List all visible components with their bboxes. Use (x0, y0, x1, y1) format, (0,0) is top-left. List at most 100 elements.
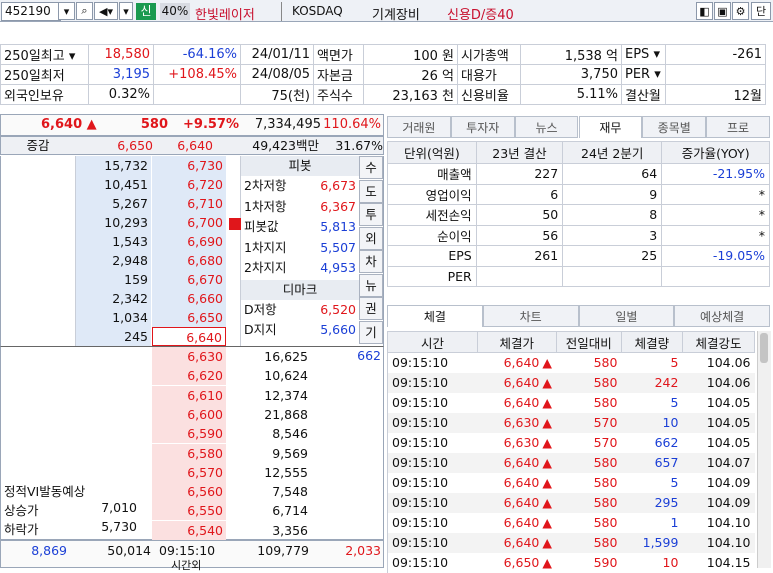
sell-row[interactable]: 5,267 6,710 (76, 194, 226, 213)
side-button[interactable]: 권 (359, 297, 383, 320)
trade-tab[interactable]: 체결 (387, 305, 483, 327)
trade-amount-rate: 31.67% (335, 138, 383, 153)
footer-sell-total: 50,014 (107, 543, 151, 558)
info-label[interactable]: PER ▾ (621, 64, 666, 85)
fin-value: 56 (475, 224, 564, 246)
trade-time: 09:15:10 (387, 552, 478, 573)
trade-price-value: 6,640 (503, 395, 540, 410)
trade-change: 580 (593, 355, 618, 371)
demark-row: D지지 5,660 (241, 320, 359, 340)
sell-row[interactable]: 1,543 6,690 (76, 232, 226, 251)
credit-label: 신용D/증40 (447, 8, 514, 23)
gear-icon[interactable]: ⚙ (732, 2, 749, 20)
buy-price[interactable]: 6,550 (152, 501, 226, 521)
stock-code-input[interactable]: 452190 (1, 2, 61, 21)
buy-row[interactable]: 6,590 8,546 (152, 424, 354, 444)
sell-price[interactable]: 6,680 (152, 251, 226, 270)
sell-row[interactable]: 159 6,670 (76, 270, 226, 289)
side-button[interactable]: 기 (359, 320, 383, 344)
buy-row[interactable]: 6,560 7,548 (152, 482, 354, 502)
buy-price[interactable]: 6,590 (152, 424, 226, 444)
pivot-row: 1차저항 6,367 (241, 197, 359, 217)
vi-label: 정적VI발동예상 (4, 484, 86, 499)
buy-price[interactable]: 6,580 (152, 443, 226, 463)
pivot-label: 2차저항 (244, 178, 287, 193)
buy-row[interactable]: 6,570 12,555 (152, 462, 354, 482)
buy-row[interactable]: 6,610 12,374 (152, 385, 354, 405)
sell-price[interactable]: 6,650 (152, 308, 226, 327)
trade-qty: 657 (621, 452, 683, 473)
sell-price[interactable]: 6,690 (152, 232, 226, 251)
info-value: 3,750 (520, 64, 622, 85)
sell-row[interactable]: 15,732 6,730 (76, 156, 226, 175)
sell-row[interactable]: 10,293 6,700 (76, 213, 226, 232)
search-icon[interactable]: ⌕ (76, 2, 93, 20)
sell-price[interactable]: 6,700 (152, 213, 226, 232)
trade-change: 570 (556, 412, 622, 433)
up-arrow-icon: ▲ (542, 455, 553, 470)
trade-row: 09:15:10 6,640 ▲ 580 242 104.06 (387, 372, 755, 393)
info-label[interactable]: 250일최고 ▾ (0, 44, 89, 65)
trade-strength: 104.05 (682, 412, 755, 433)
sell-row[interactable]: 2,948 6,680 (76, 251, 226, 270)
sell-row[interactable]: 245 6,640 (76, 327, 226, 346)
fin-tab[interactable]: 재무 (578, 116, 643, 138)
side-button[interactable]: 차 (359, 250, 383, 273)
trade-strength: 104.06 (706, 355, 751, 371)
sell-row[interactable]: 2,342 6,660 (76, 289, 226, 308)
sell-price[interactable]: 6,660 (152, 289, 226, 308)
scrollbar-thumb[interactable] (760, 333, 768, 363)
sell-row[interactable]: 10,451 6,720 (76, 175, 226, 194)
buy-price[interactable]: 6,560 (152, 482, 226, 502)
fin-tab[interactable]: 프로 (706, 116, 770, 138)
single-button[interactable]: 단 (751, 2, 771, 20)
sell-price[interactable]: 6,670 (152, 270, 226, 289)
side-button[interactable]: 뉴 (359, 273, 383, 297)
info-value: 0.32% (88, 84, 154, 105)
buy-row[interactable]: 6,540 3,356 (152, 520, 354, 540)
buy-price[interactable]: 6,540 (152, 520, 226, 540)
buy-price[interactable]: 6,620 (152, 366, 226, 386)
fin-tab[interactable]: 종목별 (642, 116, 707, 138)
fin-tab[interactable]: 뉴스 (514, 116, 579, 138)
buy-price[interactable]: 6,600 (152, 404, 226, 424)
window-icon[interactable]: ◧ (696, 2, 713, 20)
fin-tab[interactable]: 거래원 (387, 116, 451, 138)
fin-tab[interactable]: 투자자 (450, 116, 515, 138)
trade-row: 09:15:10 6,650 ▲ 590 10 104.15 (387, 552, 755, 573)
buy-price[interactable]: 6,570 (152, 462, 226, 482)
lower-value: 5,730 (101, 519, 137, 534)
buy-qty: 10,624 (264, 368, 308, 384)
sell-price[interactable]: 6,640 (152, 327, 226, 346)
sell-row[interactable]: 1,034 6,650 (76, 308, 226, 327)
side-button[interactable]: 도 (359, 179, 383, 203)
trade-scrollbar[interactable] (757, 331, 771, 568)
fin-label: 매출액 (387, 163, 477, 185)
dropdown-icon[interactable]: ▾ (119, 2, 133, 20)
trade-price-value: 6,640 (503, 455, 540, 470)
buy-row[interactable]: 6,620 10,624 (152, 366, 354, 386)
buy-row[interactable]: 6,580 9,569 (152, 443, 354, 463)
fin-label: 영업이익 (387, 183, 477, 205)
side-button[interactable]: 외 (359, 226, 383, 250)
buy-row[interactable]: 6,600 21,868 (152, 404, 354, 424)
sell-price[interactable]: 6,730 (152, 156, 226, 175)
info-label[interactable]: EPS ▾ (621, 44, 666, 65)
trade-price-value: 6,640 (503, 475, 540, 490)
sell-price[interactable]: 6,720 (152, 175, 226, 194)
trade-tab[interactable]: 일별 (578, 305, 675, 327)
chevron-down-icon[interactable]: ▾ (58, 2, 75, 20)
side-button[interactable]: 투 (359, 203, 383, 226)
pivot-row: 피봇값 5,813 (241, 217, 359, 237)
layout-icon[interactable]: ▣ (714, 2, 731, 20)
buy-qty: 21,868 (264, 406, 308, 422)
speaker-icon[interactable]: ◀▾ (94, 2, 118, 20)
side-button[interactable]: 수 (359, 156, 383, 179)
buy-price[interactable]: 6,610 (152, 385, 226, 405)
buy-price[interactable]: 6,630 (152, 347, 226, 366)
buy-row[interactable]: 6,550 6,714 (152, 501, 354, 521)
pivot-row: 2차지지 4,953 (241, 258, 359, 278)
trade-tab[interactable]: 예상체결 (674, 305, 770, 327)
trade-tab[interactable]: 차트 (482, 305, 579, 327)
sell-price[interactable]: 6,710 (152, 194, 226, 213)
